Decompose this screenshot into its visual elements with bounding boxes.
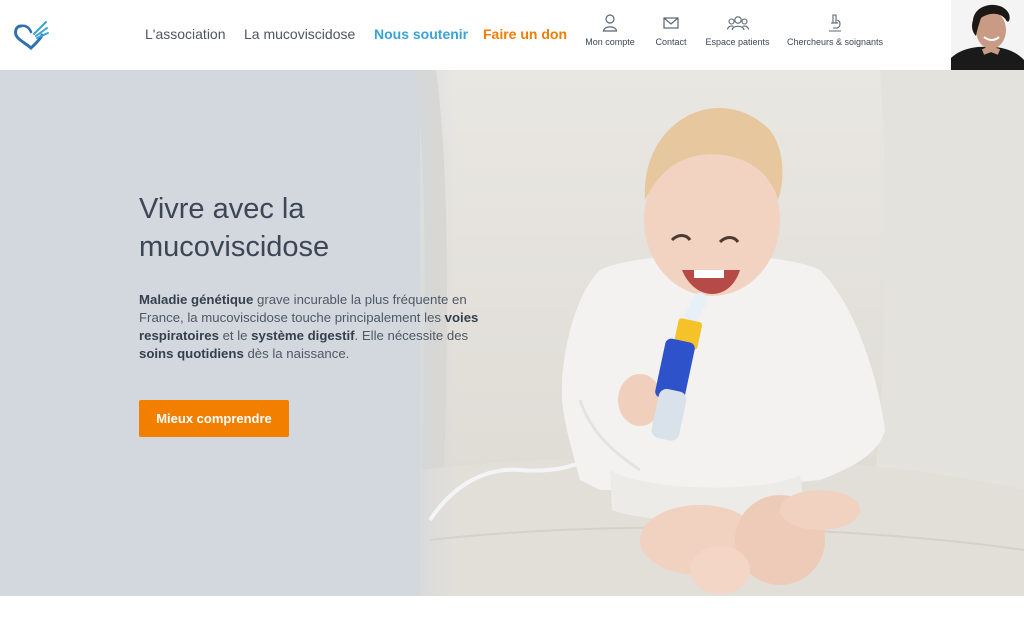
group-icon bbox=[726, 16, 749, 31]
contact-label: Contact bbox=[655, 37, 687, 47]
nav-faire-un-don[interactable]: Faire un don bbox=[483, 26, 567, 42]
mon-compte-label: Mon compte bbox=[585, 37, 635, 47]
envelope-icon bbox=[663, 17, 679, 29]
user-icon bbox=[602, 14, 618, 32]
chercheurs-soignants-label: Chercheurs & soignants bbox=[787, 37, 884, 47]
nav-mucoviscidose[interactable]: La mucoviscidose bbox=[244, 26, 355, 42]
mon-compte-link[interactable]: Mon compte bbox=[584, 14, 636, 47]
user-avatar[interactable] bbox=[951, 0, 1024, 70]
nav-association[interactable]: L'association bbox=[145, 26, 226, 42]
below-hero-area bbox=[0, 596, 1024, 633]
hero-section: Vivre avec la mucoviscidose Maladie génét… bbox=[0, 70, 1024, 596]
mieux-comprendre-button[interactable]: Mieux comprendre bbox=[139, 400, 289, 437]
espace-patients-label: Espace patients bbox=[705, 37, 770, 47]
site-header: L'association La mucoviscidose Nous sout… bbox=[0, 0, 1024, 70]
hero-description: Maladie génétique grave incurable la plu… bbox=[139, 292, 479, 361]
hero-title: Vivre avec la mucoviscidose bbox=[139, 193, 330, 263]
microscope-icon bbox=[829, 14, 841, 32]
contact-link[interactable]: Contact bbox=[653, 14, 689, 47]
espace-patients-link[interactable]: Espace patients bbox=[705, 14, 770, 47]
nav-nous-soutenir[interactable]: Nous soutenir bbox=[374, 26, 468, 42]
winged-heart-logo[interactable] bbox=[12, 18, 50, 51]
chercheurs-soignants-link[interactable]: Chercheurs & soignants bbox=[787, 14, 883, 47]
